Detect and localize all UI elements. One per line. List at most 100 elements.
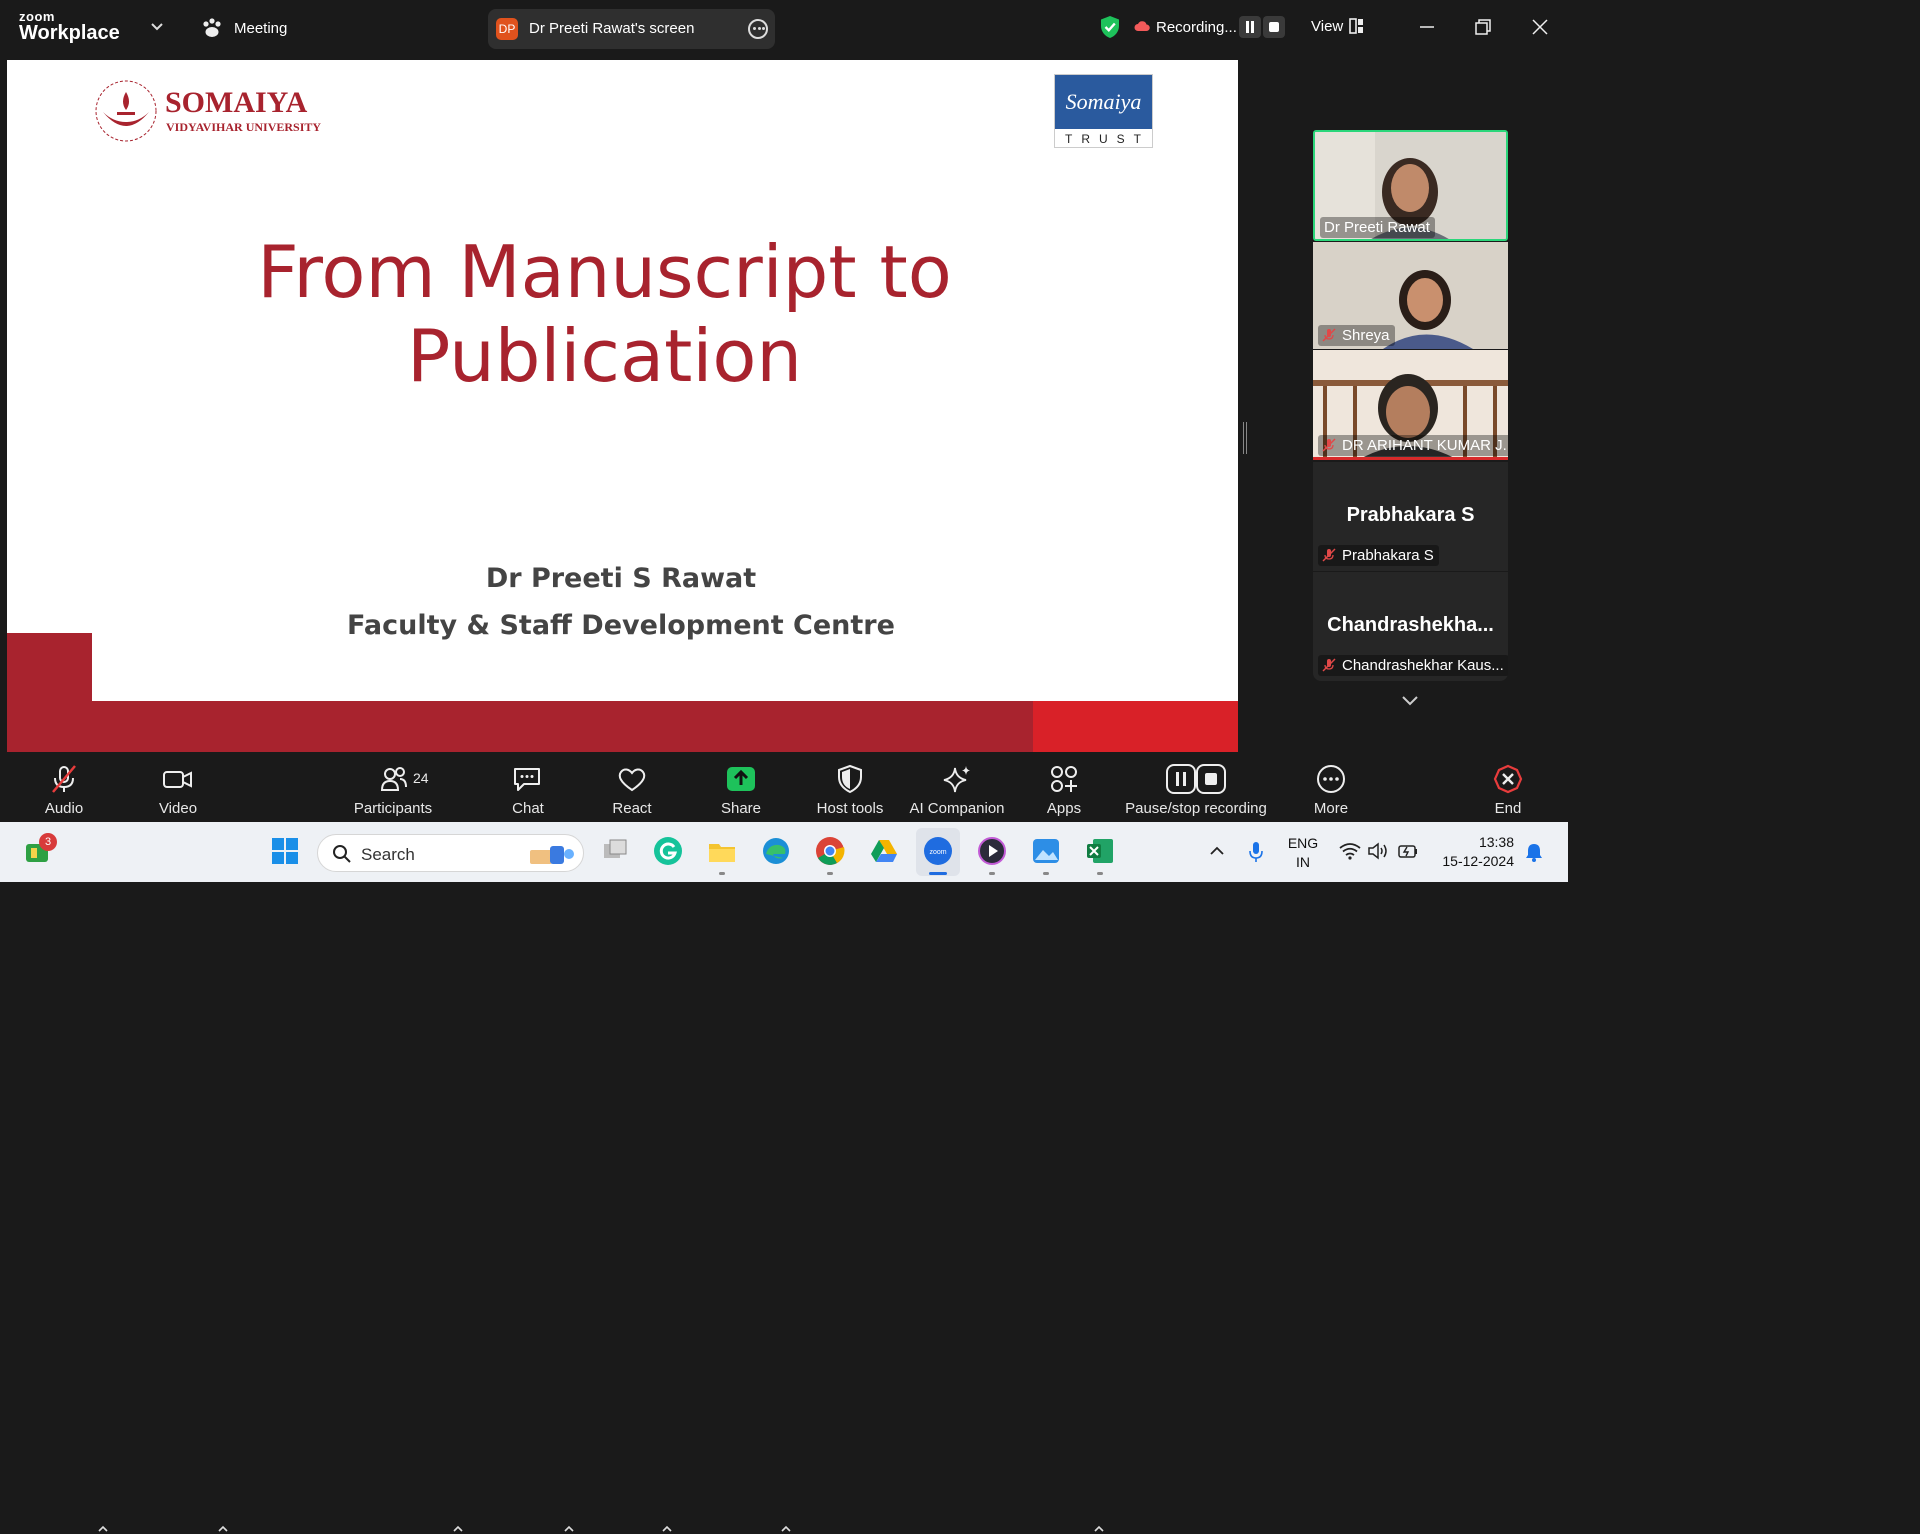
participant-tile[interactable]: DR ARIHANT KUMAR J... xyxy=(1313,350,1508,460)
windows-start-icon[interactable] xyxy=(270,836,300,866)
volume-icon[interactable] xyxy=(1367,842,1389,860)
participants-options-caret-icon[interactable] xyxy=(452,1524,464,1534)
share-label: Share xyxy=(720,800,762,817)
muted-mic-icon xyxy=(1322,548,1336,562)
muted-mic-icon xyxy=(1322,328,1336,342)
wifi-icon[interactable] xyxy=(1339,842,1361,860)
pause-stop-recording-button[interactable]: Pause/stop recording xyxy=(1120,752,1272,822)
participants-label: Participants xyxy=(353,800,433,817)
pause-recording-button[interactable] xyxy=(1239,16,1261,38)
notifications-bell-icon[interactable] xyxy=(1525,842,1543,862)
search-label: Search xyxy=(361,845,415,864)
view-menu-label[interactable]: View xyxy=(1311,18,1343,35)
audio-label: Audio xyxy=(44,800,84,817)
slide-title: From Manuscript to Publication xyxy=(7,230,1202,398)
excel-icon[interactable] xyxy=(1085,836,1115,866)
participant-name-tag: Prabhakara S xyxy=(1318,545,1439,566)
running-indicator xyxy=(719,872,725,875)
apps-options-caret-icon[interactable] xyxy=(1093,1524,1105,1534)
share-arrow-icon xyxy=(727,767,755,791)
chevron-down-icon[interactable] xyxy=(150,19,164,33)
trust-word: TRUST xyxy=(1065,132,1150,146)
presenter-name: Dr Preeti S Rawat xyxy=(485,563,757,594)
file-explorer-icon[interactable] xyxy=(707,836,737,866)
participants-button[interactable]: Participants xyxy=(348,752,438,822)
presenter-department: Faculty & Staff Development Centre xyxy=(347,610,895,641)
panel-resize-handle[interactable] xyxy=(1243,422,1247,454)
input-language-code[interactable]: ENG xyxy=(1282,835,1324,851)
stop-recording-button[interactable] xyxy=(1263,16,1285,38)
react-label: React xyxy=(612,800,652,817)
running-indicator xyxy=(1097,872,1103,875)
somaiya-emblem-logo xyxy=(95,80,157,142)
more-options-icon[interactable] xyxy=(748,19,768,39)
university-name: SOMAIYA xyxy=(165,86,308,119)
google-drive-icon[interactable] xyxy=(869,836,899,866)
host-tools-label: Host tools xyxy=(816,800,884,817)
participant-tile[interactable]: Shreya xyxy=(1313,242,1508,349)
search-icon xyxy=(333,845,351,863)
pause-stop-recording-label: Pause/stop recording xyxy=(1125,800,1267,817)
microphone-in-use-icon[interactable] xyxy=(1247,840,1265,864)
trust-script-text: Somaiya xyxy=(1055,75,1152,129)
participant-tile-no-video[interactable]: Prabhakara S Prabhakara S xyxy=(1313,462,1508,571)
close-icon[interactable] xyxy=(1528,15,1552,39)
share-button[interactable]: Share xyxy=(707,752,775,822)
apps-grid-icon xyxy=(1051,766,1077,792)
zoom-app-icon[interactable]: zoom xyxy=(923,836,953,866)
participant-name: Prabhakara S xyxy=(1342,547,1434,564)
ai-companion-button[interactable]: AI Companion xyxy=(906,752,1008,822)
react-options-caret-icon[interactable] xyxy=(661,1524,673,1534)
participant-name: Dr Preeti Rawat xyxy=(1320,217,1435,238)
scroll-down-chevron-icon[interactable] xyxy=(1400,693,1420,709)
somaiya-trust-logo: Somaiya TRUST xyxy=(1054,74,1153,148)
minimize-icon[interactable] xyxy=(1415,15,1439,39)
encryption-shield-icon[interactable] xyxy=(1099,15,1121,39)
edge-browser-icon[interactable] xyxy=(761,836,791,866)
zoom-brand-workplace: Workplace xyxy=(19,22,120,44)
audio-button[interactable]: Audio xyxy=(30,752,98,822)
shared-screen-pill[interactable]: DP Dr Preeti Rawat's screen xyxy=(488,9,775,49)
meeting-paw-icon[interactable] xyxy=(201,17,223,39)
chrome-browser-icon[interactable] xyxy=(815,836,845,866)
input-language-region[interactable]: IN xyxy=(1282,854,1324,870)
chat-bubble-icon xyxy=(514,768,540,791)
media-player-icon[interactable] xyxy=(977,836,1007,866)
muted-mic-icon xyxy=(52,765,76,793)
participant-display-name: Chandrashekha... xyxy=(1327,614,1494,636)
participant-name-tag: Chandrashekhar Kaus... xyxy=(1318,655,1508,676)
show-hidden-icons-chevron-icon[interactable] xyxy=(1208,844,1226,858)
host-tools-button[interactable]: Host tools xyxy=(810,752,890,822)
clock-date[interactable]: 15-12-2024 xyxy=(1434,853,1514,869)
participant-tile-active-speaker[interactable]: Dr Preeti Rawat xyxy=(1313,130,1508,241)
more-button[interactable]: More xyxy=(1297,752,1365,822)
chat-button[interactable]: Chat xyxy=(494,752,562,822)
slide-footer-band xyxy=(92,701,1034,752)
photos-app-icon[interactable] xyxy=(1031,836,1061,866)
taskbar-search-box[interactable]: Search xyxy=(317,834,584,872)
apps-button[interactable]: Apps xyxy=(1030,752,1098,822)
audio-options-caret-icon[interactable] xyxy=(97,1524,109,1534)
muted-mic-icon xyxy=(1322,658,1336,672)
grammarly-icon[interactable] xyxy=(653,836,683,866)
end-label: End xyxy=(1494,800,1522,817)
chat-options-caret-icon[interactable] xyxy=(563,1524,575,1534)
ai-companion-label: AI Companion xyxy=(909,800,1005,817)
task-view-icon[interactable] xyxy=(600,836,630,866)
react-button[interactable]: React xyxy=(598,752,666,822)
video-button[interactable]: Video xyxy=(144,752,212,822)
meeting-menu-label[interactable]: Meeting xyxy=(234,20,287,37)
participant-tile-no-video[interactable]: Chandrashekha... Chandrashekhar Kaus... xyxy=(1313,572,1508,681)
restore-icon[interactable] xyxy=(1471,15,1495,39)
view-grid-icon[interactable] xyxy=(1349,18,1364,34)
video-options-caret-icon[interactable] xyxy=(217,1524,229,1534)
battery-charging-icon[interactable] xyxy=(1396,842,1420,860)
slide-title-line-2: Publication xyxy=(406,314,803,398)
participant-name: Chandrashekhar Kaus... xyxy=(1342,657,1504,674)
video-label: Video xyxy=(158,800,198,817)
clock-time[interactable]: 13:38 xyxy=(1434,834,1514,850)
end-meeting-button[interactable]: End xyxy=(1474,752,1542,822)
share-options-caret-icon[interactable] xyxy=(780,1524,792,1534)
participant-name-tag: Shreya xyxy=(1318,325,1395,346)
running-indicator xyxy=(1043,872,1049,875)
